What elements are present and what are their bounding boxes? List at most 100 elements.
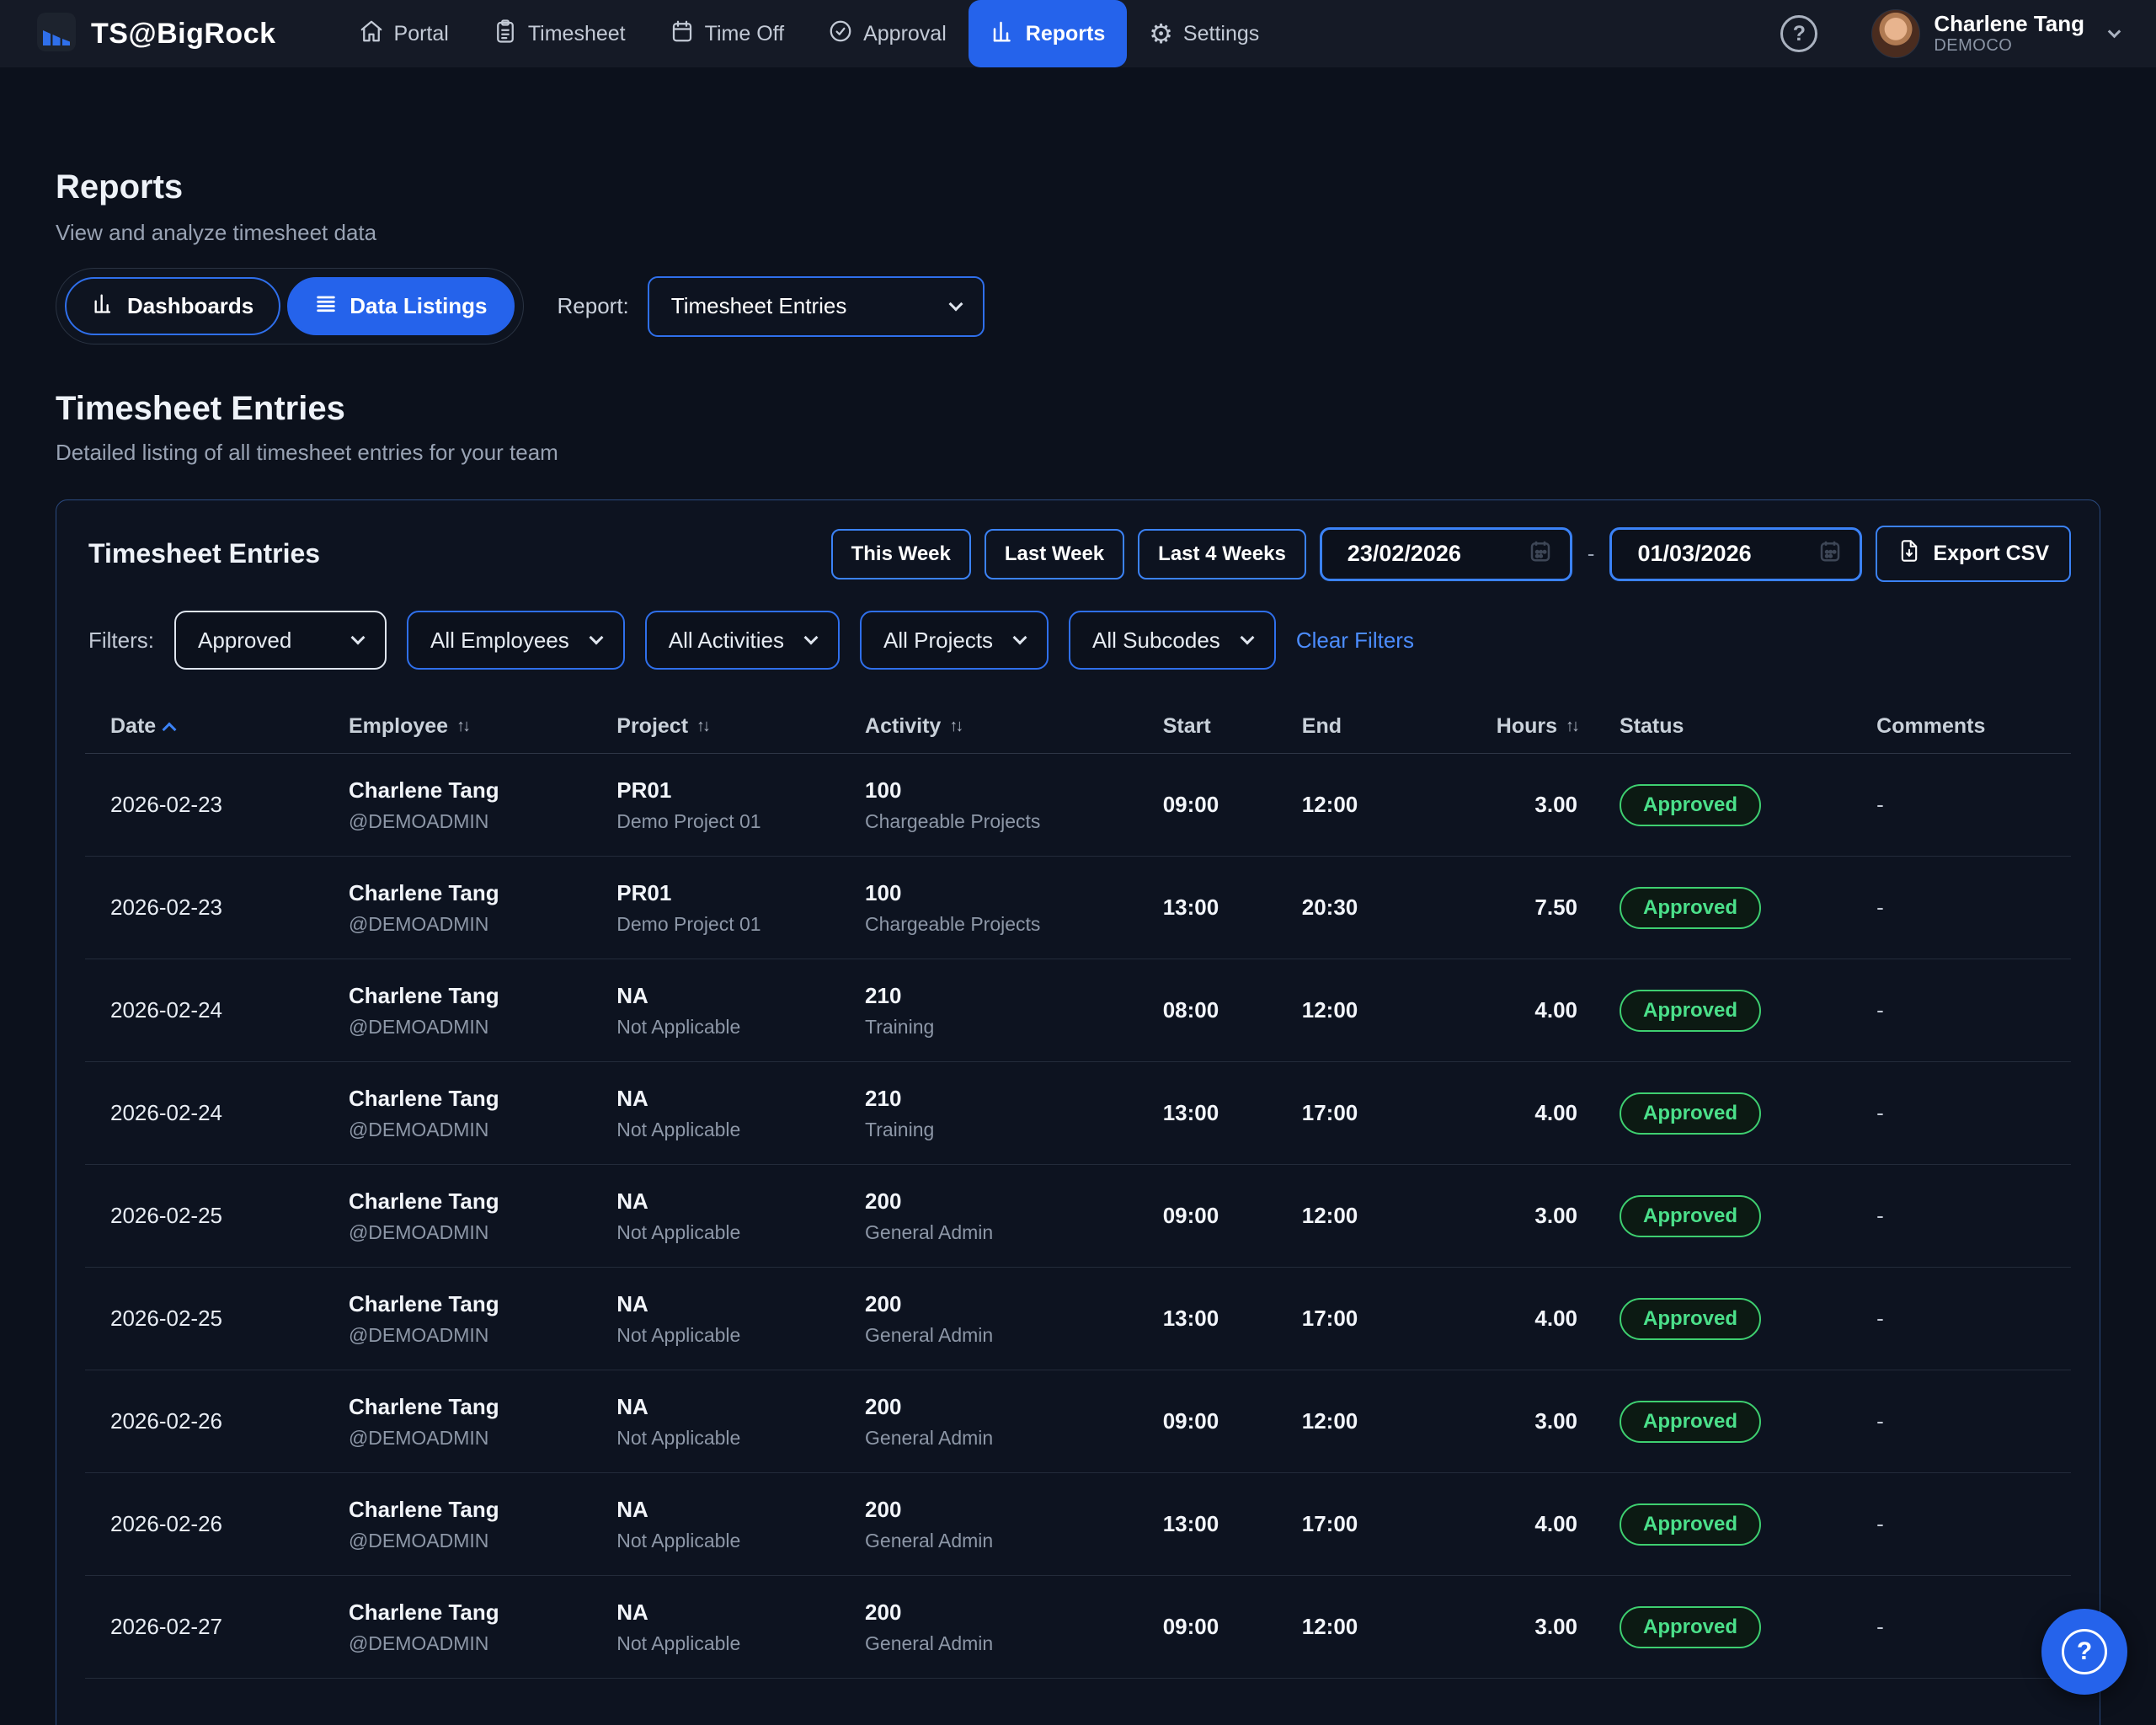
cell-activity: 210 Training [840, 983, 1138, 1039]
cell-hours: 4.00 [1435, 1306, 1594, 1332]
cell-project: PR01 Demo Project 01 [591, 880, 840, 936]
cell-activity: 100 Chargeable Projects [840, 777, 1138, 833]
table-row[interactable]: 2026-02-27 Charlene Tang @DEMOADMIN NA N… [85, 1576, 2071, 1679]
file-download-icon [1897, 539, 1921, 569]
status-filter-select[interactable]: Approved [174, 611, 387, 670]
cell-comments: - [1822, 1614, 2071, 1640]
main-nav: Portal Timesheet Time Off Approval Repor… [337, 0, 1282, 67]
table-row[interactable]: 2026-02-26 Charlene Tang @DEMOADMIN NA N… [85, 1370, 2071, 1473]
this-week-button[interactable]: This Week [831, 529, 971, 579]
cell-date: 2026-02-26 [85, 1511, 323, 1537]
report-select-value: Timesheet Entries [671, 293, 847, 319]
page-title: Reports [56, 168, 2100, 206]
table-row[interactable]: 2026-02-24 Charlene Tang @DEMOADMIN NA N… [85, 1062, 2071, 1165]
user-company: DEMOCO [1934, 36, 2084, 56]
calendar-icon [1817, 538, 1843, 569]
floating-help-button[interactable]: ? [2041, 1609, 2127, 1695]
app-logo-icon [37, 13, 76, 56]
column-header-employee[interactable]: Employee ↑↓ [323, 714, 591, 739]
export-csv-button[interactable]: Export CSV [1876, 526, 2071, 582]
cell-comments: - [1822, 1511, 2071, 1537]
activity-name: General Admin [865, 1530, 1138, 1552]
date-from-input[interactable]: 23/02/2026 [1320, 527, 1572, 581]
cell-date: 2026-02-24 [85, 997, 323, 1023]
column-header-comments: Comments [1822, 714, 2071, 739]
user-menu[interactable]: Charlene Tang DEMOCO [1871, 9, 2119, 58]
last-week-button[interactable]: Last Week [985, 529, 1124, 579]
table-row[interactable]: 2026-02-25 Charlene Tang @DEMOADMIN NA N… [85, 1268, 2071, 1370]
nav-item-portal[interactable]: Portal [337, 0, 471, 67]
data-listings-toggle-button[interactable]: Data Listings [287, 277, 514, 335]
section-title: Timesheet Entries [56, 390, 2100, 428]
clear-filters-link[interactable]: Clear Filters [1296, 628, 1414, 654]
column-header-project[interactable]: Project ↑↓ [591, 714, 840, 739]
cell-activity: 210 Training [840, 1086, 1138, 1141]
nav-item-label: Time Off [705, 22, 784, 46]
nav-item-reports[interactable]: Reports [969, 0, 1127, 67]
table-row[interactable]: 2026-02-26 Charlene Tang @DEMOADMIN NA N… [85, 1473, 2071, 1576]
brand[interactable]: TS@BigRock [37, 13, 276, 56]
nav-item-approval[interactable]: Approval [806, 0, 969, 67]
cell-comments: - [1822, 792, 2071, 818]
help-icon[interactable]: ? [1780, 15, 1817, 52]
subcodes-filter-select[interactable]: All Subcodes [1069, 611, 1276, 670]
activity-name: General Admin [865, 1632, 1138, 1655]
project-code: PR01 [616, 880, 840, 906]
activity-name: Training [865, 1119, 1138, 1141]
column-header-activity[interactable]: Activity ↑↓ [840, 714, 1138, 739]
nav-item-label: Settings [1183, 22, 1259, 46]
timesheet-table: Date Employee ↑↓ Project ↑↓ Activity ↑↓ … [85, 700, 2071, 1679]
table-row[interactable]: 2026-02-23 Charlene Tang @DEMOADMIN PR01… [85, 754, 2071, 857]
cell-activity: 200 General Admin [840, 1291, 1138, 1347]
cell-status: Approved [1594, 1503, 1822, 1546]
table-row[interactable]: 2026-02-23 Charlene Tang @DEMOADMIN PR01… [85, 857, 2071, 959]
sort-icon: ↑↓ [1566, 717, 1577, 736]
column-label: Activity [865, 714, 941, 739]
date-to-input[interactable]: 01/03/2026 [1609, 527, 1862, 581]
project-name: Demo Project 01 [616, 810, 840, 833]
project-name: Not Applicable [616, 1221, 840, 1244]
cell-hours: 4.00 [1435, 1511, 1594, 1537]
panel-title: Timesheet Entries [85, 538, 320, 569]
employee-handle: @DEMOADMIN [349, 1119, 591, 1141]
cell-comments: - [1822, 1203, 2071, 1229]
dashboards-toggle-button[interactable]: Dashboards [65, 277, 280, 335]
cell-end: 12:00 [1277, 997, 1436, 1023]
avatar [1871, 9, 1920, 58]
house-icon [359, 19, 384, 50]
projects-filter-select[interactable]: All Projects [860, 611, 1049, 670]
cell-activity: 200 General Admin [840, 1394, 1138, 1450]
employee-handle: @DEMOADMIN [349, 1324, 591, 1347]
employees-filter-select[interactable]: All Employees [407, 611, 625, 670]
column-header-date[interactable]: Date [85, 714, 323, 739]
project-code: NA [616, 1291, 840, 1317]
cell-start: 13:00 [1138, 1306, 1277, 1332]
cell-date: 2026-02-23 [85, 895, 323, 921]
activity-name: Chargeable Projects [865, 913, 1138, 936]
sort-icon: ↑↓ [696, 717, 708, 736]
project-code: PR01 [616, 777, 840, 804]
nav-item-time-off[interactable]: Time Off [648, 0, 806, 67]
check-circle-icon [828, 19, 853, 50]
nav-item-timesheet[interactable]: Timesheet [471, 0, 648, 67]
activity-name: General Admin [865, 1324, 1138, 1347]
nav-item-settings[interactable]: ⚙ Settings [1127, 0, 1281, 67]
cell-employee: Charlene Tang @DEMOADMIN [323, 1497, 591, 1552]
sort-icon: ↑↓ [456, 717, 468, 736]
cell-hours: 7.50 [1435, 895, 1594, 921]
report-select[interactable]: Timesheet Entries [648, 276, 985, 337]
timesheet-entries-panel: Timesheet Entries This Week Last Week La… [56, 499, 2100, 1725]
cell-end: 12:00 [1277, 1408, 1436, 1434]
activities-filter-select[interactable]: All Activities [645, 611, 840, 670]
cell-status: Approved [1594, 1401, 1822, 1443]
column-label: Hours [1497, 714, 1557, 739]
page-head: Reports View and analyze timesheet data [56, 67, 2100, 246]
last-4-weeks-button[interactable]: Last 4 Weeks [1138, 529, 1306, 579]
cell-project: NA Not Applicable [591, 1291, 840, 1347]
cell-date: 2026-02-26 [85, 1408, 323, 1434]
column-header-hours[interactable]: Hours ↑↓ [1435, 714, 1594, 739]
table-row[interactable]: 2026-02-24 Charlene Tang @DEMOADMIN NA N… [85, 959, 2071, 1062]
employee-handle: @DEMOADMIN [349, 1221, 591, 1244]
table-row[interactable]: 2026-02-25 Charlene Tang @DEMOADMIN NA N… [85, 1165, 2071, 1268]
cell-comments: - [1822, 1408, 2071, 1434]
